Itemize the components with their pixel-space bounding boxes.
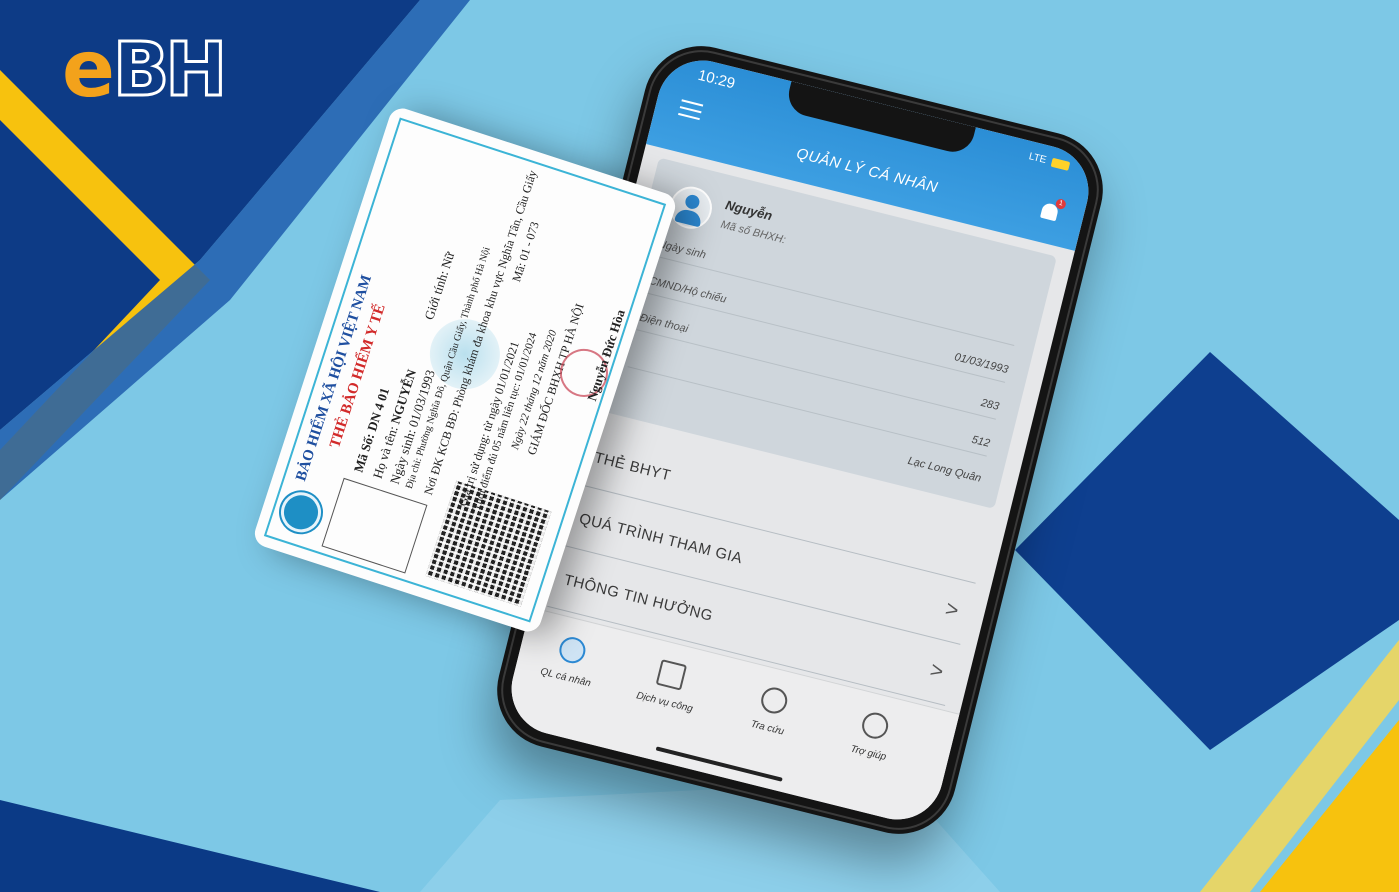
headset-icon xyxy=(859,709,891,742)
chevron-right-icon: > xyxy=(927,656,947,685)
notification-badge: 1 xyxy=(1054,198,1067,211)
nav-label: Trợ giúp xyxy=(849,743,888,764)
chevron-right-icon: > xyxy=(942,595,962,624)
nav-label: Tra cứu xyxy=(749,718,786,738)
row-label: Điện thoại xyxy=(638,311,690,336)
ebh-logo: e BH xyxy=(62,25,229,115)
row-value: 01/03/1993 xyxy=(953,351,1010,377)
profile-name: Nguyễn xyxy=(723,197,774,224)
person-icon xyxy=(556,634,589,666)
nav-public-services[interactable]: Dịch vụ công xyxy=(619,651,718,718)
document-icon xyxy=(655,659,688,691)
nav-help[interactable]: Trợ giúp xyxy=(823,702,922,769)
search-icon xyxy=(758,684,790,717)
row-value: 512 xyxy=(970,433,992,450)
logo-e: e xyxy=(62,25,115,115)
battery-icon xyxy=(1050,157,1071,171)
menu-item-label: THẺ BHYT xyxy=(592,449,673,485)
network-label: LTE xyxy=(1027,151,1048,167)
row-value: 283 xyxy=(979,396,1001,413)
nav-personal[interactable]: QL cá nhân xyxy=(521,627,620,694)
status-indicators: LTE xyxy=(1028,151,1071,172)
status-time: 10:29 xyxy=(696,66,737,93)
row-value: Lạc Long Quân xyxy=(906,454,983,485)
logo-bh: BH xyxy=(111,27,228,113)
nav-label: QL cá nhân xyxy=(539,666,592,690)
nav-lookup[interactable]: Tra cứu xyxy=(722,677,821,744)
nav-label: Dịch vụ công xyxy=(635,690,694,715)
